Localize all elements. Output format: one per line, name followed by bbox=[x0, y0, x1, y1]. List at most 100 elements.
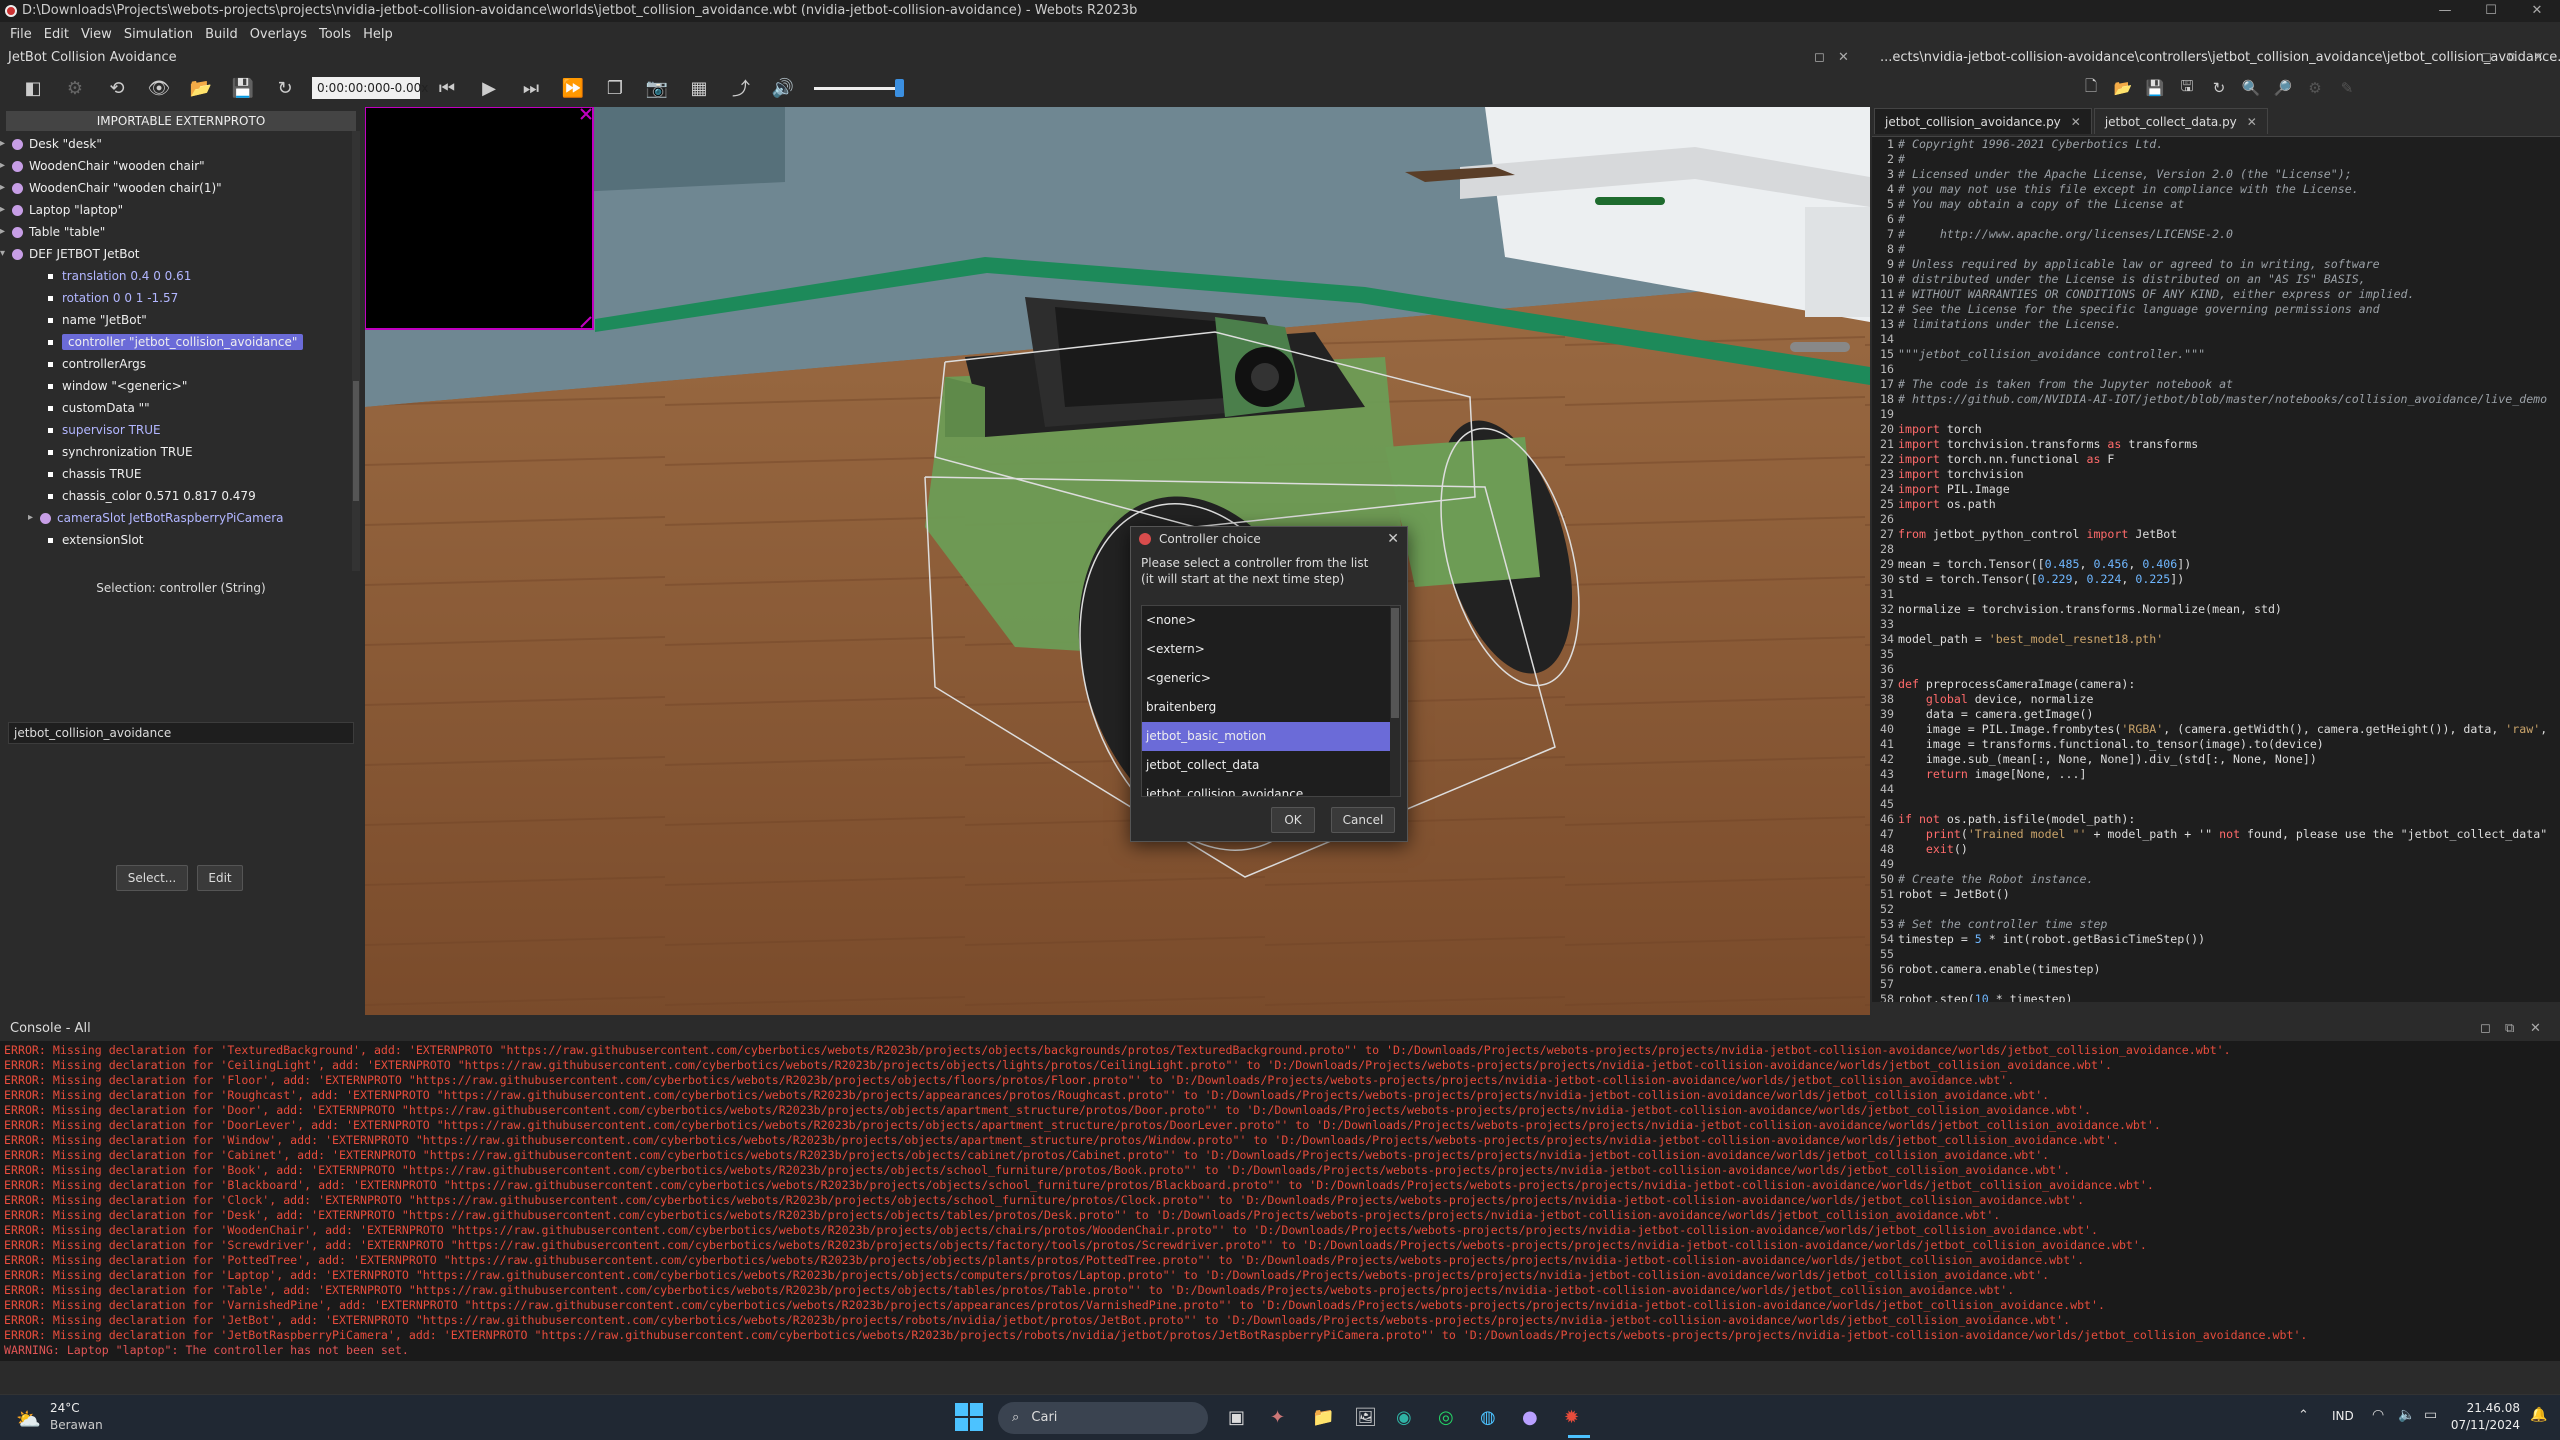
camera-overlay[interactable] bbox=[365, 107, 594, 330]
reload-world-icon[interactable]: ⟲ bbox=[96, 72, 138, 104]
share-icon[interactable]: ⤴ bbox=[720, 72, 762, 104]
code-line[interactable]: 1 # Copyright 1996-2021 Cyberbotics Ltd. bbox=[1872, 137, 2560, 152]
chrome-icon[interactable]: ◍ bbox=[1480, 1407, 1496, 1428]
code-line[interactable]: 40 image = PIL.Image.frombytes('RGBA', (… bbox=[1872, 722, 2560, 737]
code-line[interactable]: 42 image.sub_(mean[:, None, None]).div_(… bbox=[1872, 752, 2560, 767]
menu-edit[interactable]: Edit bbox=[38, 27, 75, 42]
wifi-icon[interactable]: ◠ bbox=[2372, 1407, 2384, 1423]
code-line[interactable]: 49 bbox=[1872, 857, 2560, 872]
tree-field-row[interactable]: controller "jetbot_collision_avoidance" bbox=[0, 331, 362, 353]
code-line[interactable]: 17 # The code is taken from the Jupyter n… bbox=[1872, 377, 2560, 392]
tree-node-row[interactable]: ▾ DEF JETBOT JetBot bbox=[0, 243, 362, 265]
save-all-icon[interactable]: 🖫 bbox=[2174, 72, 2200, 104]
code-line[interactable]: 31 bbox=[1872, 587, 2560, 602]
maximize-button[interactable]: ☐ bbox=[2468, 0, 2514, 22]
weather-desc[interactable]: Berawan bbox=[50, 1418, 103, 1432]
controller-list[interactable]: <none> <extern> <generic> braitenberg jetbot… bbox=[1141, 605, 1401, 797]
menu-build[interactable]: Build bbox=[199, 27, 244, 42]
tab-jetbot-collision-avoidance[interactable]: jetbot_collision_avoidance.py ✕ bbox=[1874, 108, 2092, 134]
code-line[interactable]: 57 bbox=[1872, 977, 2560, 992]
new-file-icon[interactable]: 🗋 bbox=[2078, 72, 2104, 104]
code-line[interactable]: 28 bbox=[1872, 542, 2560, 557]
code-line[interactable]: 6 # bbox=[1872, 212, 2560, 227]
expand-arrow-icon[interactable]: ▸ bbox=[0, 221, 5, 243]
code-line[interactable]: 8 # bbox=[1872, 242, 2560, 257]
code-line[interactable]: 21 import torchvision.transforms as trans… bbox=[1872, 437, 2560, 452]
tree-field-row[interactable]: chassis TRUE bbox=[0, 463, 362, 485]
expand-arrow-icon[interactable]: ▸ bbox=[0, 155, 5, 177]
reset-simulation-icon[interactable]: ↻ bbox=[264, 72, 306, 104]
menu-help[interactable]: Help bbox=[357, 27, 399, 42]
taskbar-search[interactable]: ⌕ Cari bbox=[998, 1402, 1208, 1434]
controller-option[interactable]: <none> bbox=[1142, 606, 1390, 635]
open-file-icon[interactable]: 📂 bbox=[2110, 72, 2136, 104]
code-line[interactable]: 50 # Create the Robot instance. bbox=[1872, 872, 2560, 887]
console-output[interactable]: ERROR: Missing declaration for 'Textured… bbox=[0, 1041, 2560, 1361]
expand-arrow-icon[interactable]: ▸ bbox=[0, 177, 5, 199]
task-view-icon[interactable]: ▣ bbox=[1228, 1407, 1245, 1428]
code-line[interactable]: 37 def preprocessCameraImage(camera): bbox=[1872, 677, 2560, 692]
controller-field-input[interactable]: jetbot_collision_avoidance bbox=[8, 722, 354, 744]
step-back-icon[interactable]: ⏮ bbox=[426, 72, 468, 104]
replace-icon[interactable]: 🔎 bbox=[2270, 72, 2296, 104]
tree-node-row[interactable]: ▸ Desk "desk" bbox=[0, 133, 362, 155]
tree-field-row[interactable]: controllerArgs bbox=[0, 353, 362, 375]
console-maximize-icon[interactable]: ⧉ bbox=[2505, 1019, 2514, 1039]
save-file-icon[interactable]: 💾 bbox=[2142, 72, 2168, 104]
speaker-icon[interactable]: 🔈 bbox=[2398, 1407, 2415, 1423]
code-line[interactable]: 15 """jetbot_collision_avoidance controll… bbox=[1872, 347, 2560, 362]
tree-node-row[interactable]: ▸ WoodenChair "wooden chair(1)" bbox=[0, 177, 362, 199]
tree-field-row[interactable]: translation 0.4 0 0.61 bbox=[0, 265, 362, 287]
webots-taskbar-icon[interactable]: ✹ bbox=[1564, 1407, 1579, 1428]
console-close-icon[interactable]: ✕ bbox=[2530, 1019, 2541, 1039]
code-line[interactable]: 11 # WITHOUT WARRANTIES OR CONDITIONS OF … bbox=[1872, 287, 2560, 302]
edge-icon[interactable]: ◉ bbox=[1396, 1407, 1412, 1428]
code-line[interactable]: 16 bbox=[1872, 362, 2560, 377]
menu-file[interactable]: File bbox=[4, 27, 38, 42]
language-indicator[interactable]: IND bbox=[2332, 1409, 2354, 1423]
code-line[interactable]: 24 import PIL.Image bbox=[1872, 482, 2560, 497]
code-line[interactable]: 25 import os.path bbox=[1872, 497, 2560, 512]
code-line[interactable]: 30 std = torch.Tensor([0.229, 0.224, 0.22… bbox=[1872, 572, 2560, 587]
close-tab-icon[interactable]: ✕ bbox=[2071, 115, 2081, 129]
code-line[interactable]: 10 # distributed under the License is dis… bbox=[1872, 272, 2560, 287]
menu-view[interactable]: View bbox=[75, 27, 118, 42]
tree-field-row[interactable]: window "<generic>" bbox=[0, 375, 362, 397]
code-line[interactable]: 3 # Licensed under the Apache License, Ve… bbox=[1872, 167, 2560, 182]
code-line[interactable]: 29 mean = torch.Tensor([0.485, 0.456, 0.4… bbox=[1872, 557, 2560, 572]
code-line[interactable]: 20 import torch bbox=[1872, 422, 2560, 437]
menu-tools[interactable]: Tools bbox=[313, 27, 357, 42]
clock-date[interactable]: 07/11/2024 bbox=[2450, 1418, 2520, 1432]
tree-node-row[interactable]: ▸ cameraSlot JetBotRaspberryPiCamera bbox=[0, 507, 362, 529]
expand-arrow-icon[interactable]: ▸ bbox=[0, 199, 5, 221]
code-line[interactable]: 35 bbox=[1872, 647, 2560, 662]
expand-arrow-icon[interactable]: ▸ bbox=[28, 507, 33, 529]
code-line[interactable]: 34 model_path = 'best_model_resnet18.pth' bbox=[1872, 632, 2560, 647]
record-movie-icon[interactable]: ▦ bbox=[678, 72, 720, 104]
tree-field-row[interactable]: extensionSlot bbox=[0, 529, 362, 551]
windows-start-icon[interactable] bbox=[955, 1403, 983, 1431]
build-icon[interactable]: ⚙ bbox=[2302, 72, 2328, 104]
close-tab-icon[interactable]: ✕ bbox=[2247, 115, 2257, 129]
controller-option[interactable]: jetbot_collect_data bbox=[1142, 751, 1390, 780]
code-line[interactable]: 22 import torch.nn.functional as F bbox=[1872, 452, 2560, 467]
select-controller-button[interactable]: Select... bbox=[116, 865, 188, 891]
controller-option[interactable]: <extern> bbox=[1142, 635, 1390, 664]
tray-chevron-icon[interactable]: ⌃ bbox=[2298, 1408, 2309, 1423]
tree-scrollbar-thumb[interactable] bbox=[353, 381, 359, 501]
view-icon[interactable]: 👁 bbox=[138, 72, 180, 104]
save-world-icon[interactable]: 💾 bbox=[222, 72, 264, 104]
tree-field-row[interactable]: rotation 0 0 1 -1.57 bbox=[0, 287, 362, 309]
code-editor[interactable]: 1 # Copyright 1996-2021 Cyberbotics Ltd. 2… bbox=[1872, 136, 2560, 1002]
tree-field-row[interactable]: customData "" bbox=[0, 397, 362, 419]
float-panel-icon[interactable]: ◻ bbox=[1814, 47, 1825, 69]
code-line[interactable]: 7 # http://www.apache.org/licenses/LICENS… bbox=[1872, 227, 2560, 242]
code-line[interactable]: 5 # You may obtain a copy of the License … bbox=[1872, 197, 2560, 212]
code-line[interactable]: 27 from jetbot_python_control import JetB… bbox=[1872, 527, 2560, 542]
console-float-icon[interactable]: ◻ bbox=[2480, 1019, 2491, 1039]
code-line[interactable]: 32 normalize = torchvision.transforms.Nor… bbox=[1872, 602, 2560, 617]
tree-field-row[interactable]: name "JetBot" bbox=[0, 309, 362, 331]
code-line[interactable]: 54 timestep = 5 * int(robot.getBasicTimeS… bbox=[1872, 932, 2560, 947]
play-icon[interactable]: ▶ bbox=[468, 72, 510, 104]
tree-scrollbar[interactable] bbox=[352, 131, 360, 571]
